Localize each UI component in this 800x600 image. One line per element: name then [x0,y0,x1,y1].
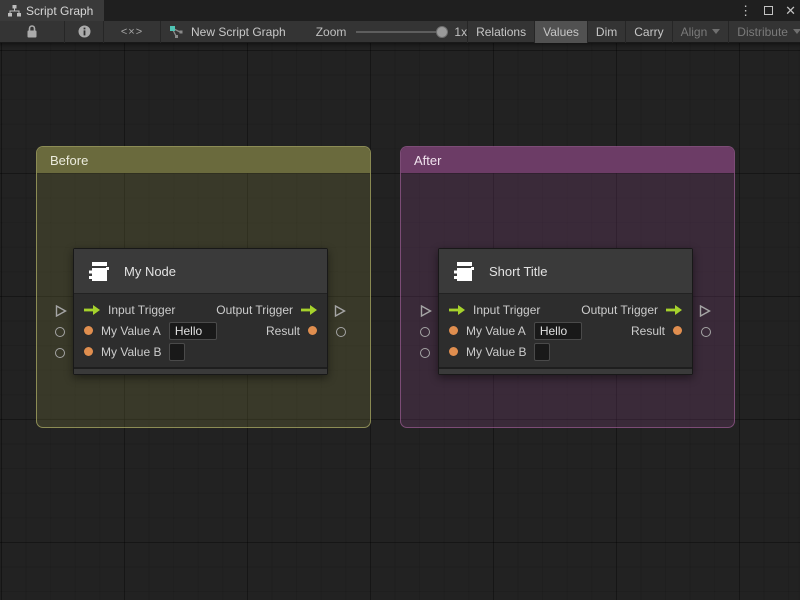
input-trigger-port-icon[interactable] [84,305,100,315]
node-body: Input Trigger Output Trigger My Value A [439,294,692,367]
graph-name: New Script Graph [191,25,286,39]
distribute-button: Distribute [729,21,800,43]
trigger-row: Input Trigger Output Trigger [74,299,327,320]
value-b-label: My Value B [466,345,526,359]
info-button[interactable] [65,21,103,43]
toolbar-separator [160,21,161,43]
window-menu-icon[interactable]: ⋮ [739,0,752,21]
node-header[interactable]: Short Title [439,249,692,294]
window-controls: ⋮ ✕ [739,0,796,21]
value-b-input[interactable] [169,343,185,361]
carry-button[interactable]: Carry [626,21,671,43]
unit-node-icon [87,259,111,283]
info-icon [78,25,91,38]
value-b-port-icon[interactable] [449,347,458,356]
tab-bar: Script Graph ⋮ ✕ [0,0,800,21]
node-my-node[interactable]: My Node Input Trigger Output Trigger [73,248,328,375]
script-graph-icon [169,25,184,39]
zoom-slider[interactable] [356,21,448,43]
external-output-trigger-port[interactable] [334,305,346,317]
zoom-slider-track [356,31,448,33]
group-title: Before [50,153,88,168]
zoom-value: 1x [454,25,467,39]
graph-canvas[interactable]: Before After My Node [0,43,800,600]
unity-script-graph-window: Script Graph ⋮ ✕ <×> [0,0,800,600]
value-a-label: My Value A [466,324,526,338]
result-label: Result [631,324,665,338]
node-footer [439,367,692,374]
value-a-row: My Value A Result [439,320,692,341]
maximize-icon[interactable] [764,6,773,15]
align-button: Align [673,21,729,43]
result-port-icon[interactable] [673,326,682,335]
zoom-slider-knob[interactable] [436,26,448,38]
input-trigger-label: Input Trigger [473,303,540,317]
external-value-b-port[interactable] [55,348,65,358]
carry-label: Carry [634,25,663,39]
group-header[interactable]: Before [37,147,370,173]
node-short-title[interactable]: Short Title Input Trigger Output Trigger [438,248,693,375]
distribute-label: Distribute [737,25,788,39]
zoom-label: Zoom [316,25,347,39]
values-button[interactable]: Values [535,21,587,43]
relations-button[interactable]: Relations [468,21,534,43]
toolbar-toggle-buttons: Relations Values Dim Carry Align Distrib… [467,21,800,43]
code-view-button[interactable]: <×> [104,21,160,43]
trigger-row: Input Trigger Output Trigger [439,299,692,320]
value-b-row: My Value B [74,341,327,362]
value-a-port-icon[interactable] [84,326,93,335]
value-a-input[interactable] [169,322,217,340]
dim-label: Dim [596,25,617,39]
value-a-input[interactable] [534,322,582,340]
value-a-port-icon[interactable] [449,326,458,335]
output-trigger-port-icon[interactable] [301,305,317,315]
result-label: Result [266,324,300,338]
input-trigger-port-icon[interactable] [449,305,465,315]
value-a-label: My Value A [101,324,161,338]
external-output-trigger-port[interactable] [699,305,711,317]
result-port-icon[interactable] [308,326,317,335]
values-label: Values [543,25,579,39]
dropdown-caret-icon [712,29,720,34]
external-input-trigger-port[interactable] [55,305,67,317]
hierarchy-icon [8,5,21,17]
external-result-port[interactable] [701,327,711,337]
group-header[interactable]: After [401,147,734,173]
value-b-label: My Value B [101,345,161,359]
output-trigger-port-icon[interactable] [666,305,682,315]
node-body: Input Trigger Output Trigger My Value A [74,294,327,367]
lock-icon [26,25,38,38]
input-trigger-label: Input Trigger [108,303,175,317]
close-icon[interactable]: ✕ [785,0,796,21]
external-value-a-port[interactable] [420,327,430,337]
dim-button[interactable]: Dim [588,21,625,43]
node-footer [74,367,327,374]
group-title: After [414,153,441,168]
align-label: Align [681,25,708,39]
external-value-b-port[interactable] [420,348,430,358]
node-title: Short Title [489,264,548,279]
graph-toolbar: <×> New Script Graph Zoom 1x Relations V… [0,21,800,43]
tab-script-graph[interactable]: Script Graph [0,0,104,21]
value-b-row: My Value B [439,341,692,362]
lock-button[interactable] [0,21,64,43]
output-trigger-label: Output Trigger [216,303,293,317]
output-trigger-label: Output Trigger [581,303,658,317]
node-header[interactable]: My Node [74,249,327,294]
tab-title: Script Graph [26,4,93,18]
external-value-a-port[interactable] [55,327,65,337]
value-b-input[interactable] [534,343,550,361]
dropdown-caret-icon [793,29,800,34]
relations-label: Relations [476,25,526,39]
external-input-trigger-port[interactable] [420,305,432,317]
value-a-row: My Value A Result [74,320,327,341]
node-title: My Node [124,264,176,279]
unit-node-icon [452,259,476,283]
external-result-port[interactable] [336,327,346,337]
value-b-port-icon[interactable] [84,347,93,356]
code-icon: <×> [121,26,143,38]
